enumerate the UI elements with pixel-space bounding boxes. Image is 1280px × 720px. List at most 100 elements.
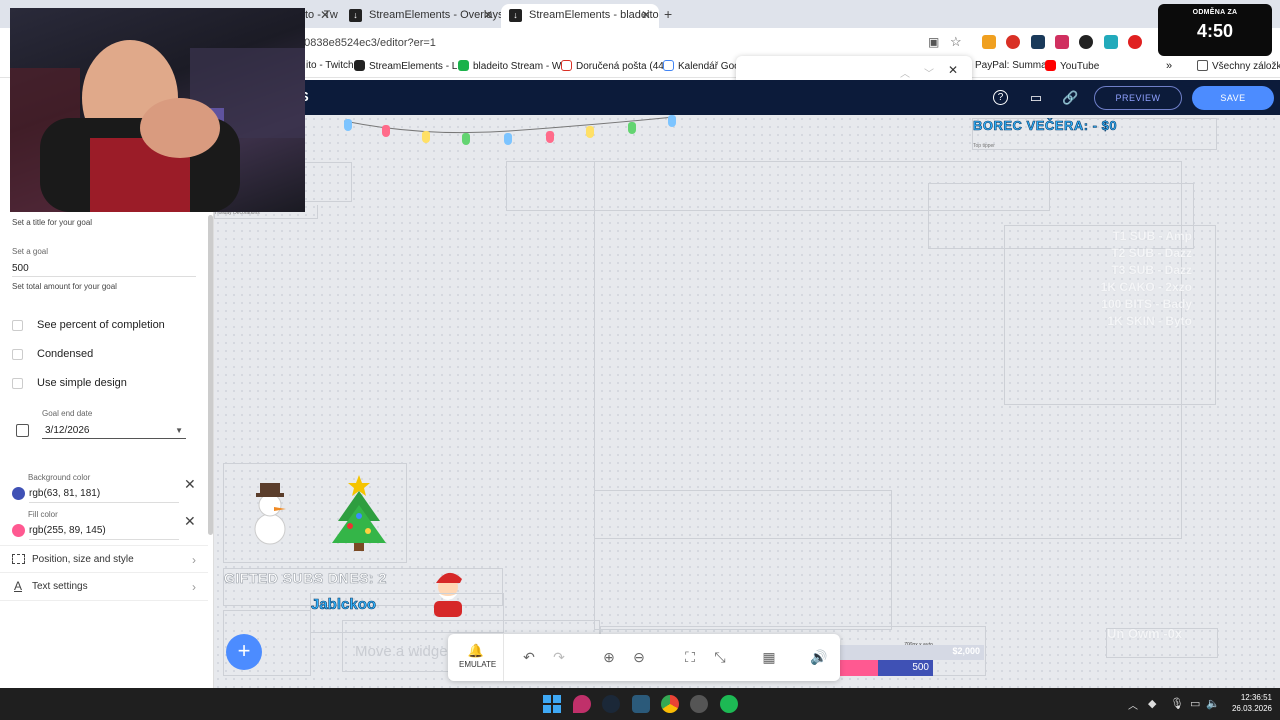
bookmark-label: ito - Twitch [306,60,354,71]
windows-start-icon[interactable] [543,695,561,713]
clear-bg-color-icon[interactable]: ✕ [184,476,196,493]
bookmark-twitch[interactable]: ito - Twitch [306,60,354,71]
chevron-right-icon: › [192,580,196,594]
chrome-icon[interactable] [661,695,679,713]
microphone-icon[interactable]: 🎙 [1170,697,1184,710]
exit-fullscreen-icon[interactable]: ⤡ [712,649,728,665]
goal-input[interactable]: 500 [12,260,196,277]
find-next-icon[interactable]: ﹀ [924,65,934,80]
fill-color-swatch[interactable] [12,524,25,537]
redo-icon[interactable]: ↷ [551,649,567,665]
snowman-icon[interactable] [242,477,298,547]
text-settings-section[interactable]: A Text settings › [0,573,208,601]
percent-checkbox[interactable] [12,320,23,331]
light-bulb [462,133,470,145]
end-date-label: Goal end date [42,409,93,418]
condensed-checkbox[interactable] [12,349,23,360]
calendar-icon[interactable] [16,424,29,437]
close-tab-icon[interactable]: ✕ [483,8,493,22]
volume-icon[interactable]: 🔊 [810,649,827,665]
goal-target-bar: $2,000 [840,645,984,660]
url-field[interactable]: 90838e8524ec3/editor?er=1 [298,34,968,52]
speaker-icon[interactable]: 🔈 [1206,697,1220,710]
goal-value: 500 [12,263,29,274]
bg-color-input[interactable]: rgb(63, 81, 181) [29,488,179,503]
extension-icon[interactable] [982,35,996,49]
holiday-lights[interactable] [343,115,676,145]
christmas-tree-icon[interactable] [326,471,392,555]
tab-bladeito[interactable]: ↓ StreamElements - bladeito ✕ [501,4,659,28]
find-prev-icon[interactable]: ︿ [900,65,910,80]
bookmark-streamelements[interactable]: StreamElements - L... [354,60,466,72]
bookmark-bladeito-stream[interactable]: bladeito Stream - W... [458,60,569,72]
network-icon[interactable]: ▭ [1190,697,1200,710]
find-close-icon[interactable]: ✕ [948,63,958,77]
widget-box[interactable] [594,490,892,630]
end-date-input[interactable]: 3/12/2026 ▼ [42,422,186,439]
streamelements-icon [354,60,365,71]
zoom-in-icon[interactable]: ⊕ [601,649,617,665]
bookmark-label: PayPal: Summary [975,60,1056,71]
bookmark-label: bladeito Stream - W... [473,61,570,72]
bookmark-gmail[interactable]: Doručená pošta (44... [561,60,672,72]
extensions-row [982,35,1143,52]
clock-date: 26.03.2026 [1231,704,1272,713]
light-bulb [504,133,512,145]
windows-logo [543,695,561,713]
goal-target-label: $2,000 [952,646,980,656]
extension-icon[interactable] [1006,35,1021,49]
steam-icon[interactable] [602,695,620,713]
grid-icon[interactable]: ▦ [761,649,777,665]
widget-box[interactable] [304,162,352,202]
light-bulb [586,126,594,138]
faded-list-item: T1 SUB - Amp [1112,229,1192,243]
add-widget-button[interactable]: + [226,634,262,670]
tray-icon[interactable]: ◆ [1148,697,1156,710]
webcam-feed-image [10,40,305,212]
extension-icon[interactable] [1079,35,1094,49]
extension-icon[interactable] [1030,35,1045,49]
close-tab-icon[interactable]: ✕ [641,8,651,22]
zoom-out-icon[interactable]: ⊖ [631,649,647,665]
taskbar-app-icon[interactable] [632,695,650,713]
reader-icon[interactable]: ▣ [928,35,939,49]
condensed-checkbox-label: Condensed [37,348,94,360]
help-icon[interactable]: ? [993,90,1008,105]
position-size-style-section[interactable]: Position, size and style › [0,545,208,573]
tab-overlays[interactable]: ↓ StreamElements - Overlays ✕ [341,4,501,28]
close-tab-icon[interactable]: ✕ [320,8,330,22]
chevron-right-icon: › [192,553,196,567]
webcam-overlay [10,8,305,212]
clock[interactable]: 12:36:51 26.03.2026 [1226,692,1272,714]
preview-button[interactable]: PREVIEW [1094,86,1182,110]
more-bookmarks-icon[interactable]: » [1166,60,1172,72]
extension-icon[interactable] [1103,35,1118,49]
move-widget-hint: Move a widge [355,643,448,660]
percent-checkbox-label: See percent of completion [37,319,165,331]
save-button[interactable]: SAVE [1192,86,1274,110]
end-date-value: 3/12/2026 [45,425,90,436]
bookmark-paypal[interactable]: PayPal: Summary [975,60,1055,71]
sidebar-scrollbar[interactable] [208,215,213,535]
spotify-icon[interactable] [720,695,738,713]
new-tab-icon[interactable]: + [664,6,672,22]
monitor-icon[interactable]: ▭ [1028,90,1044,106]
extension-icon[interactable] [1055,35,1070,49]
taskbar-app-icon[interactable] [690,695,708,713]
fill-color-input[interactable]: rgb(255, 89, 145) [29,525,179,540]
tray-chevron-icon[interactable]: ︿ [1128,697,1138,712]
emulate-button[interactable]: 🔔 EMULATE [459,643,496,669]
overlay-canvas[interactable]: Holiday Decorations BOREC VEČERA: - $0 T… [214,115,1280,688]
link-icon[interactable]: 🔗 [1062,90,1078,106]
bookmark-youtube[interactable]: YouTube [1045,60,1099,72]
clear-fill-color-icon[interactable]: ✕ [184,513,196,530]
undo-icon[interactable]: ↶ [521,649,537,665]
fullscreen-icon[interactable]: ⛶ [682,649,698,665]
bg-color-swatch[interactable] [12,487,25,500]
simple-design-checkbox[interactable] [12,378,23,389]
taskbar-app-icon[interactable] [573,695,591,713]
all-bookmarks[interactable]: Všechny záložky [1197,60,1280,72]
snowman-graphic [254,483,286,545]
star-icon[interactable]: ☆ [950,34,962,50]
extension-icon[interactable] [1128,35,1143,49]
